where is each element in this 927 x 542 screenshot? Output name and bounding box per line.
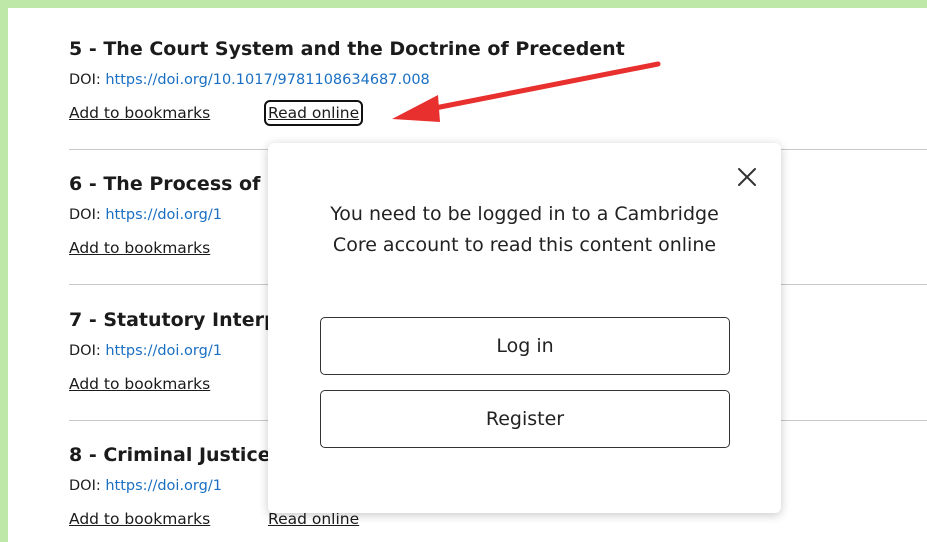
add-to-bookmarks-link[interactable]: Add to bookmarks: [69, 510, 210, 528]
chapter-actions: Add to bookmarks: [69, 239, 210, 257]
doi-link[interactable]: https://doi.org/1: [105, 207, 222, 223]
chapter-title[interactable]: 8 - Criminal Justice: [69, 444, 271, 466]
chapter-actions: Add to bookmarks Read online: [69, 100, 364, 126]
doi-label: DOI:: [69, 343, 106, 359]
add-to-bookmarks-link[interactable]: Add to bookmarks: [69, 375, 210, 393]
doi-link[interactable]: https://doi.org/1: [105, 478, 222, 494]
login-required-popup: You need to be logged in to a Cambridge …: [268, 143, 781, 513]
chapter-title[interactable]: 6 - The Process of L: [69, 173, 279, 195]
register-button[interactable]: Register: [320, 390, 730, 448]
close-icon[interactable]: [735, 165, 759, 189]
chapter-title[interactable]: 7 - Statutory Interp: [69, 309, 278, 331]
doi-link[interactable]: https://doi.org/10.1017/9781108634687.00…: [105, 72, 429, 88]
doi-line: DOI: https://doi.org/10.1017/97811086346…: [69, 72, 430, 88]
doi-line: DOI: https://doi.org/1: [69, 343, 222, 359]
chapter-actions: Add to bookmarks: [69, 375, 210, 393]
doi-label: DOI:: [69, 478, 106, 494]
doi-label: DOI:: [69, 72, 106, 88]
add-to-bookmarks-link[interactable]: Add to bookmarks: [69, 104, 210, 122]
frame-border-left: [0, 0, 8, 542]
doi-label: DOI:: [69, 207, 106, 223]
login-required-message: You need to be logged in to a Cambridge …: [330, 203, 719, 256]
read-online-link[interactable]: Read online: [263, 100, 364, 126]
doi-link[interactable]: https://doi.org/1: [105, 343, 222, 359]
log-in-button[interactable]: Log in: [320, 317, 730, 375]
page-frame: 5 - The Court System and the Doctrine of…: [0, 0, 927, 542]
doi-line: DOI: https://doi.org/1: [69, 478, 222, 494]
frame-border-top: [0, 0, 927, 8]
chapter-actions: Add to bookmarks Read online: [69, 510, 359, 528]
doi-line: DOI: https://doi.org/1: [69, 207, 222, 223]
chapter-title[interactable]: 5 - The Court System and the Doctrine of…: [69, 38, 625, 60]
add-to-bookmarks-link[interactable]: Add to bookmarks: [69, 239, 210, 257]
